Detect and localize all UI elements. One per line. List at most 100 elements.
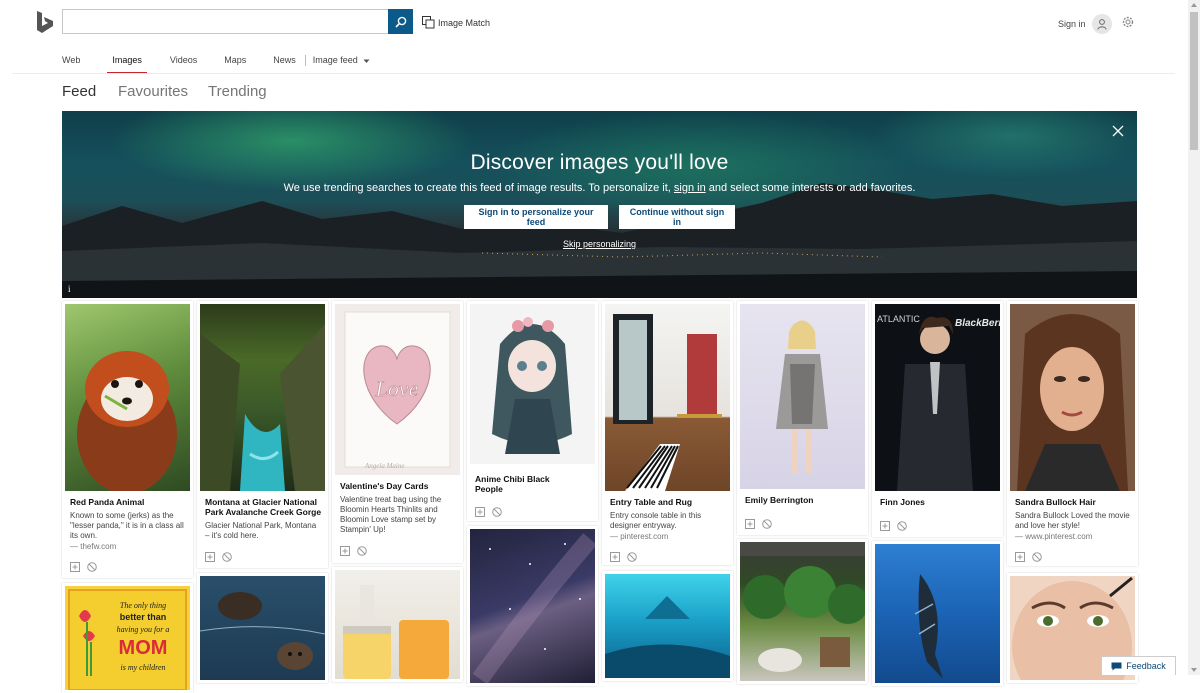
nav-web[interactable]: Web [62, 55, 80, 73]
search-icon [394, 16, 406, 28]
image-feed-grid: Red Panda Animal Known to some (jerks) a… [62, 301, 1140, 693]
nav-news[interactable]: News [273, 55, 296, 73]
red-panda-image [65, 304, 190, 491]
card-source-text: www.pinterest.com [1025, 532, 1093, 541]
hide-image-icon[interactable] [1032, 549, 1042, 562]
card-actions [745, 516, 772, 529]
add-to-favourites-icon[interactable] [475, 504, 485, 517]
avatar [1091, 14, 1112, 34]
feed-card-entry-table[interactable]: Entry Table and Rug Entry console table … [602, 301, 733, 565]
search-button[interactable] [388, 9, 413, 34]
feed-card-underwater[interactable] [602, 571, 733, 681]
add-to-favourites-icon[interactable] [880, 518, 890, 531]
brand-text: BlackBerry [955, 318, 1000, 329]
card-actions [340, 543, 367, 556]
add-to-favourites-icon[interactable] [610, 549, 620, 562]
nav-videos[interactable]: Videos [170, 55, 197, 73]
finn-jones-image: ATLANTIC BlackBerry [875, 304, 1000, 491]
card-description: Glacier National Park, Montana – it's co… [205, 521, 317, 540]
close-icon[interactable] [1112, 124, 1124, 137]
nav-images[interactable]: Images [107, 55, 147, 74]
add-to-favourites-icon[interactable] [1015, 549, 1025, 562]
info-icon[interactable]: i [68, 284, 71, 294]
underwater-image [605, 574, 730, 678]
add-to-favourites-icon[interactable] [70, 559, 80, 572]
card-actions [205, 549, 232, 562]
card-title: Emily Berrington [745, 495, 814, 505]
card-actions [70, 559, 97, 572]
scrollbar-thumb[interactable] [1190, 12, 1198, 150]
image-match-label: Image Match [438, 17, 491, 28]
search-input[interactable] [63, 10, 388, 33]
page-scrollbar[interactable] [1188, 0, 1200, 675]
montana-gorge-image [200, 304, 325, 491]
hide-image-icon[interactable] [897, 518, 907, 531]
feed-card-emily-berrington[interactable]: Emily Berrington [737, 301, 868, 535]
scroll-down-icon[interactable] [1191, 668, 1197, 672]
feed-card-montana[interactable]: Montana at Glacier National Park Avalanc… [197, 301, 328, 568]
add-to-favourites-icon[interactable] [205, 549, 215, 562]
card-description: Sandra Bullock Loved the movie and love … [1015, 511, 1130, 530]
quote-line-3: having you for a [117, 625, 170, 634]
garden-image [740, 542, 865, 681]
love-text: Love [375, 376, 419, 401]
hide-image-icon[interactable] [627, 549, 637, 562]
feedback-icon [1111, 662, 1122, 670]
hide-image-icon[interactable] [222, 549, 232, 562]
sandra-bullock-image [1010, 304, 1135, 491]
quote-line-4: MOM [119, 637, 168, 659]
banner-title: Discover images you'll love [470, 151, 729, 174]
otter-image [200, 576, 325, 680]
feed-card-sandra-bullock[interactable]: Sandra Bullock Hair Sandra Bullock Loved… [1007, 301, 1138, 566]
feed-card-whale-shark[interactable] [872, 541, 1003, 686]
feed-card-red-panda[interactable]: Red Panda Animal Known to some (jerks) a… [62, 301, 193, 578]
banner-signin-link[interactable]: sign in [674, 182, 706, 194]
card-actions [880, 518, 907, 531]
feed-card-lemonade[interactable] [332, 567, 463, 682]
feed-card-anime[interactable]: Anime Chibi Black People [467, 301, 598, 521]
signin-button[interactable]: Sign in [1058, 14, 1112, 34]
hide-image-icon[interactable] [357, 543, 367, 556]
bing-logo-icon[interactable] [35, 10, 55, 34]
feed-card-otter[interactable] [197, 573, 328, 683]
hide-image-icon[interactable] [762, 516, 772, 529]
skip-personalizing-link[interactable]: Skip personalizing [62, 239, 1137, 249]
hide-image-icon[interactable] [492, 504, 502, 517]
feed-card-mom-quote[interactable]: The only thing better than having you fo… [62, 583, 193, 693]
signin-label: Sign in [1058, 19, 1086, 29]
nav-maps[interactable]: Maps [224, 55, 246, 73]
card-source-text: pinterest.com [620, 532, 669, 541]
lemonade-image [335, 570, 460, 679]
tab-feed[interactable]: Feed [62, 83, 96, 100]
card-title: Entry Table and Rug [610, 497, 693, 507]
card-title: Finn Jones [880, 497, 925, 507]
continue-without-signin-button[interactable]: Continue without sign in [619, 205, 735, 229]
card-source-text: thefw.com [80, 542, 117, 551]
feedback-button[interactable]: Feedback [1101, 656, 1176, 675]
nav-image-feed[interactable]: Image feed [313, 55, 370, 73]
emily-berrington-image [740, 304, 865, 489]
quote-line-5: is my children [120, 663, 165, 672]
tab-trending[interactable]: Trending [208, 83, 267, 100]
feed-card-garden[interactable] [737, 539, 868, 684]
search-box[interactable] [62, 9, 388, 34]
milky-way-image [470, 529, 595, 683]
tab-favourites[interactable]: Favourites [118, 83, 188, 100]
feed-card-milky-way[interactable] [467, 526, 598, 686]
feed-card-valentines[interactable]: Love Angela Maine Valentine's Day Cards … [332, 301, 463, 563]
nav-image-feed-label: Image feed [312, 55, 358, 65]
card-title: Red Panda Animal [70, 497, 145, 507]
card-title: Valentine's Day Cards [340, 481, 429, 491]
card-actions [610, 549, 637, 562]
settings-gear-icon[interactable] [1121, 15, 1135, 29]
feed-card-finn-jones[interactable]: ATLANTIC BlackBerry Finn Jones [872, 301, 1003, 537]
add-to-favourites-icon[interactable] [340, 543, 350, 556]
anime-chibi-image [470, 304, 595, 464]
hide-image-icon[interactable] [87, 559, 97, 572]
image-match-button[interactable]: Image Match [422, 16, 490, 29]
card-source: — pinterest.com [610, 532, 669, 541]
signin-personalize-button[interactable]: Sign in to personalize your feed [464, 205, 608, 229]
add-to-favourites-icon[interactable] [745, 516, 755, 529]
scroll-up-icon[interactable] [1191, 3, 1197, 7]
entry-table-image [605, 304, 730, 491]
